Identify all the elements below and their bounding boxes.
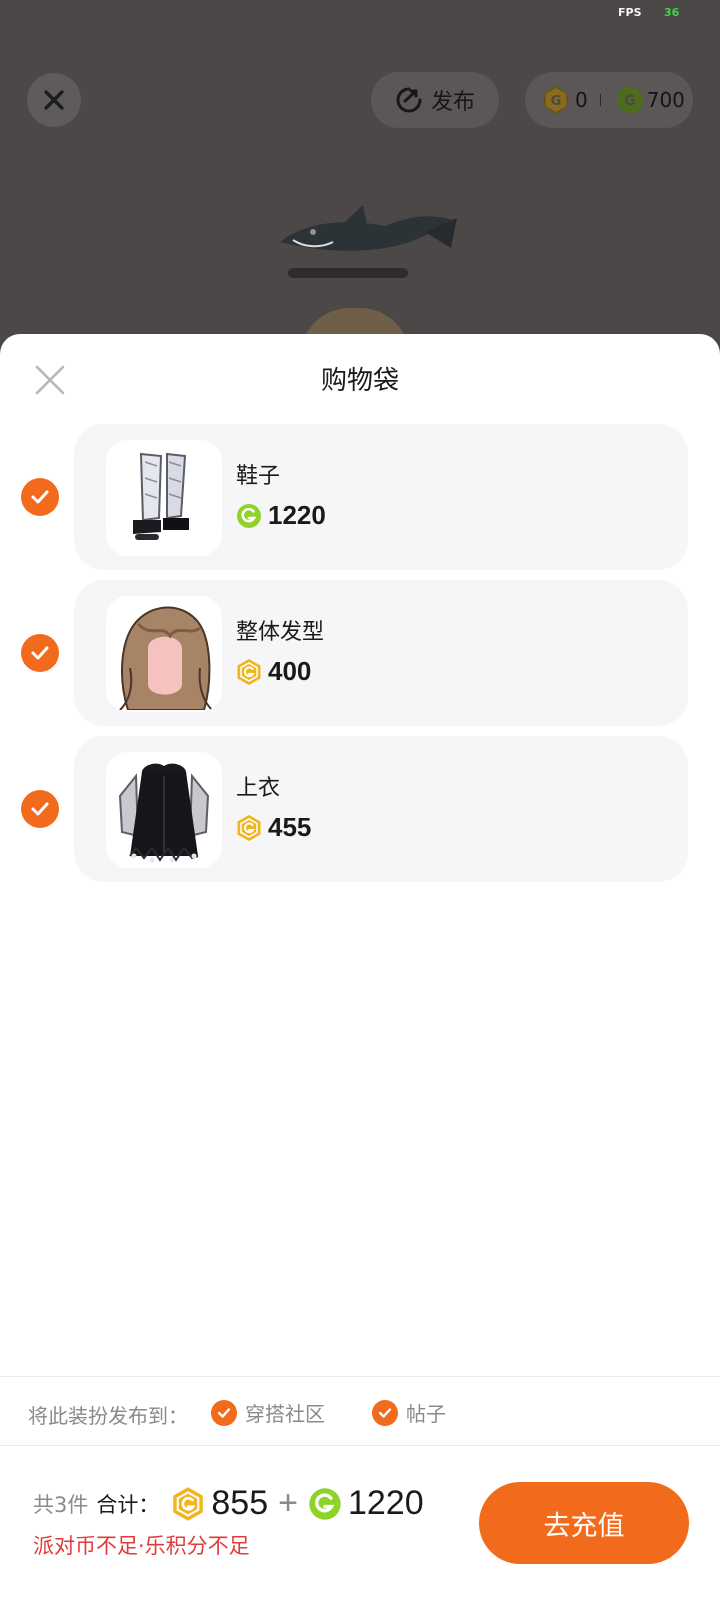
option-checkbox[interactable]: [372, 1399, 398, 1426]
item-card[interactable]: 上衣 455: [74, 736, 688, 882]
hairstyle-image: [119, 606, 213, 710]
le-point-icon: [309, 1487, 341, 1520]
publish-label: 发布: [430, 90, 475, 115]
le-point-total: 1220: [347, 1484, 424, 1522]
top-image: [118, 763, 210, 863]
party-coin-icon: [237, 658, 261, 685]
shark-avatar-accessory: [280, 205, 457, 251]
wallet-balance: G 0 G 700: [525, 72, 693, 128]
check-icon: [31, 802, 49, 816]
item-card[interactable]: 整体发型 400: [74, 580, 688, 726]
close-icon: [44, 90, 64, 110]
fps-label: FPS: [618, 6, 642, 19]
insufficient-balance-warning: 派对币不足·乐积分不足: [33, 1534, 250, 1558]
check-icon: [31, 490, 49, 504]
item-select-checkbox[interactable]: [21, 634, 59, 672]
checkout-footer: 共3件 合计： 855 + 1220 派对币不足·乐积分不足 去充值: [0, 1446, 720, 1600]
party-coin-icon: [173, 1486, 204, 1521]
publish-icon: [396, 87, 422, 113]
avatar-platform: [288, 268, 408, 278]
item-price: 400: [236, 656, 311, 687]
recharge-button[interactable]: 去充值: [479, 1482, 689, 1564]
fps-value: 36: [664, 6, 680, 19]
sheet-title: 购物袋: [320, 366, 399, 396]
le-point-balance: 700: [646, 88, 685, 112]
shoes-image: [133, 452, 189, 540]
option-label: 穿搭社区: [245, 1402, 325, 1426]
check-icon: [217, 1407, 231, 1418]
check-icon: [378, 1407, 392, 1418]
party-coin-balance: 0: [575, 88, 588, 112]
option-label: 帖子: [406, 1402, 446, 1426]
publish-option-outfit-community[interactable]: 穿搭社区: [211, 1398, 325, 1427]
item-card[interactable]: 鞋子 1220: [74, 424, 688, 570]
check-icon: [31, 646, 49, 660]
game-scene-backdrop: FPS 36 发布 G 0 G 700: [0, 0, 720, 358]
publish-option-post[interactable]: 帖子: [372, 1398, 446, 1427]
item-count: 共3件: [33, 1492, 89, 1517]
le-point-icon: G: [616, 87, 643, 113]
plus-sign: +: [278, 1484, 298, 1522]
option-checkbox[interactable]: [211, 1399, 237, 1426]
party-coin-icon: [237, 814, 261, 841]
party-coin-icon: G: [544, 86, 568, 114]
item-price-value: 455: [268, 812, 312, 842]
item-thumbnail-shoes: [106, 440, 222, 556]
cart-item: 鞋子 1220: [0, 424, 720, 570]
party-coin-total: 855: [211, 1484, 269, 1522]
close-scene-button[interactable]: [27, 73, 81, 127]
svg-text:G: G: [624, 93, 636, 109]
le-point-icon: [237, 503, 261, 528]
cart-item: 上衣 455: [0, 736, 720, 882]
item-select-checkbox[interactable]: [21, 790, 59, 828]
item-price-value: 1220: [268, 500, 326, 530]
item-price: 1220: [236, 500, 326, 531]
item-thumbnail-hairstyle: [106, 596, 222, 712]
publish-button[interactable]: 发布: [371, 72, 499, 128]
item-select-checkbox[interactable]: [21, 478, 59, 516]
total-label: 合计：: [96, 1492, 160, 1517]
item-price-value: 400: [268, 656, 312, 686]
publish-destination-label: 将此装扮发布到：: [28, 1404, 188, 1428]
total-summary: 共3件 合计： 855 + 1220: [33, 1484, 424, 1523]
svg-text:G: G: [551, 94, 562, 109]
item-thumbnail-top: [106, 752, 222, 868]
item-price: 455: [236, 812, 311, 843]
item-name: 鞋子: [236, 464, 281, 489]
wallet-divider: [599, 94, 601, 106]
cart-item: 整体发型 400: [0, 580, 720, 726]
publish-destination-bar: 将此装扮发布到： 穿搭社区 帖子: [0, 1376, 720, 1446]
item-name: 整体发型: [236, 620, 325, 645]
item-name: 上衣: [236, 776, 281, 801]
